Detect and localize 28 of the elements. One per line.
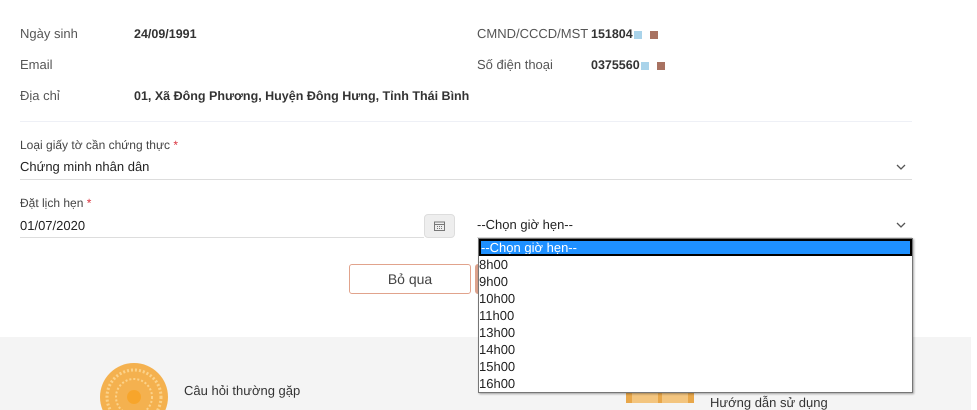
field-label: Ngày sinh	[20, 25, 79, 44]
chevron-down-icon	[896, 222, 906, 228]
field-value: 0375560	[591, 56, 640, 74]
chevron-down-icon	[896, 164, 906, 170]
field-value: 151804	[591, 26, 633, 43]
dropdown-option[interactable]: 9h00	[479, 273, 912, 290]
dropdown-option[interactable]: 14h00	[479, 341, 912, 358]
cancel-button[interactable]: Bỏ qua	[349, 264, 471, 294]
date-field[interactable]: 01/07/2020	[20, 216, 424, 238]
dropdown-option[interactable]: 13h00	[479, 324, 912, 341]
calendar-icon	[434, 221, 445, 231]
field-label: CMND/CCCD/MST	[477, 25, 590, 44]
calendar-button[interactable]	[424, 214, 455, 238]
field-label: Loại giấy tờ cần chứng thực *	[20, 137, 180, 154]
field-label: Số điện thoại	[477, 56, 554, 74]
field-label: Địa chỉ	[20, 87, 61, 106]
field-value: 24/09/1991	[134, 26, 197, 43]
dropdown-option[interactable]: 10h00	[479, 290, 912, 307]
footer-link[interactable]: Câu hỏi thường gặp	[184, 383, 300, 398]
field-label: Đặt lịch hẹn *	[20, 195, 92, 212]
footer-link[interactable]: Hướng dẫn sử dụng	[710, 395, 828, 410]
document-type-select[interactable]: Chứng minh nhân dân	[20, 154, 912, 180]
dropdown-option[interactable]: 11h00	[479, 307, 912, 324]
dropdown-option[interactable]: 16h00	[479, 375, 912, 392]
field-value: 01, Xã Đông Phương, Huyện Đông Hưng, Tỉnh Thái Bình	[134, 88, 470, 105]
dropdown-option[interactable]: 15h00	[479, 358, 912, 375]
field-label: Email	[20, 56, 54, 74]
dropdown-option[interactable]: 8h00	[479, 256, 912, 273]
